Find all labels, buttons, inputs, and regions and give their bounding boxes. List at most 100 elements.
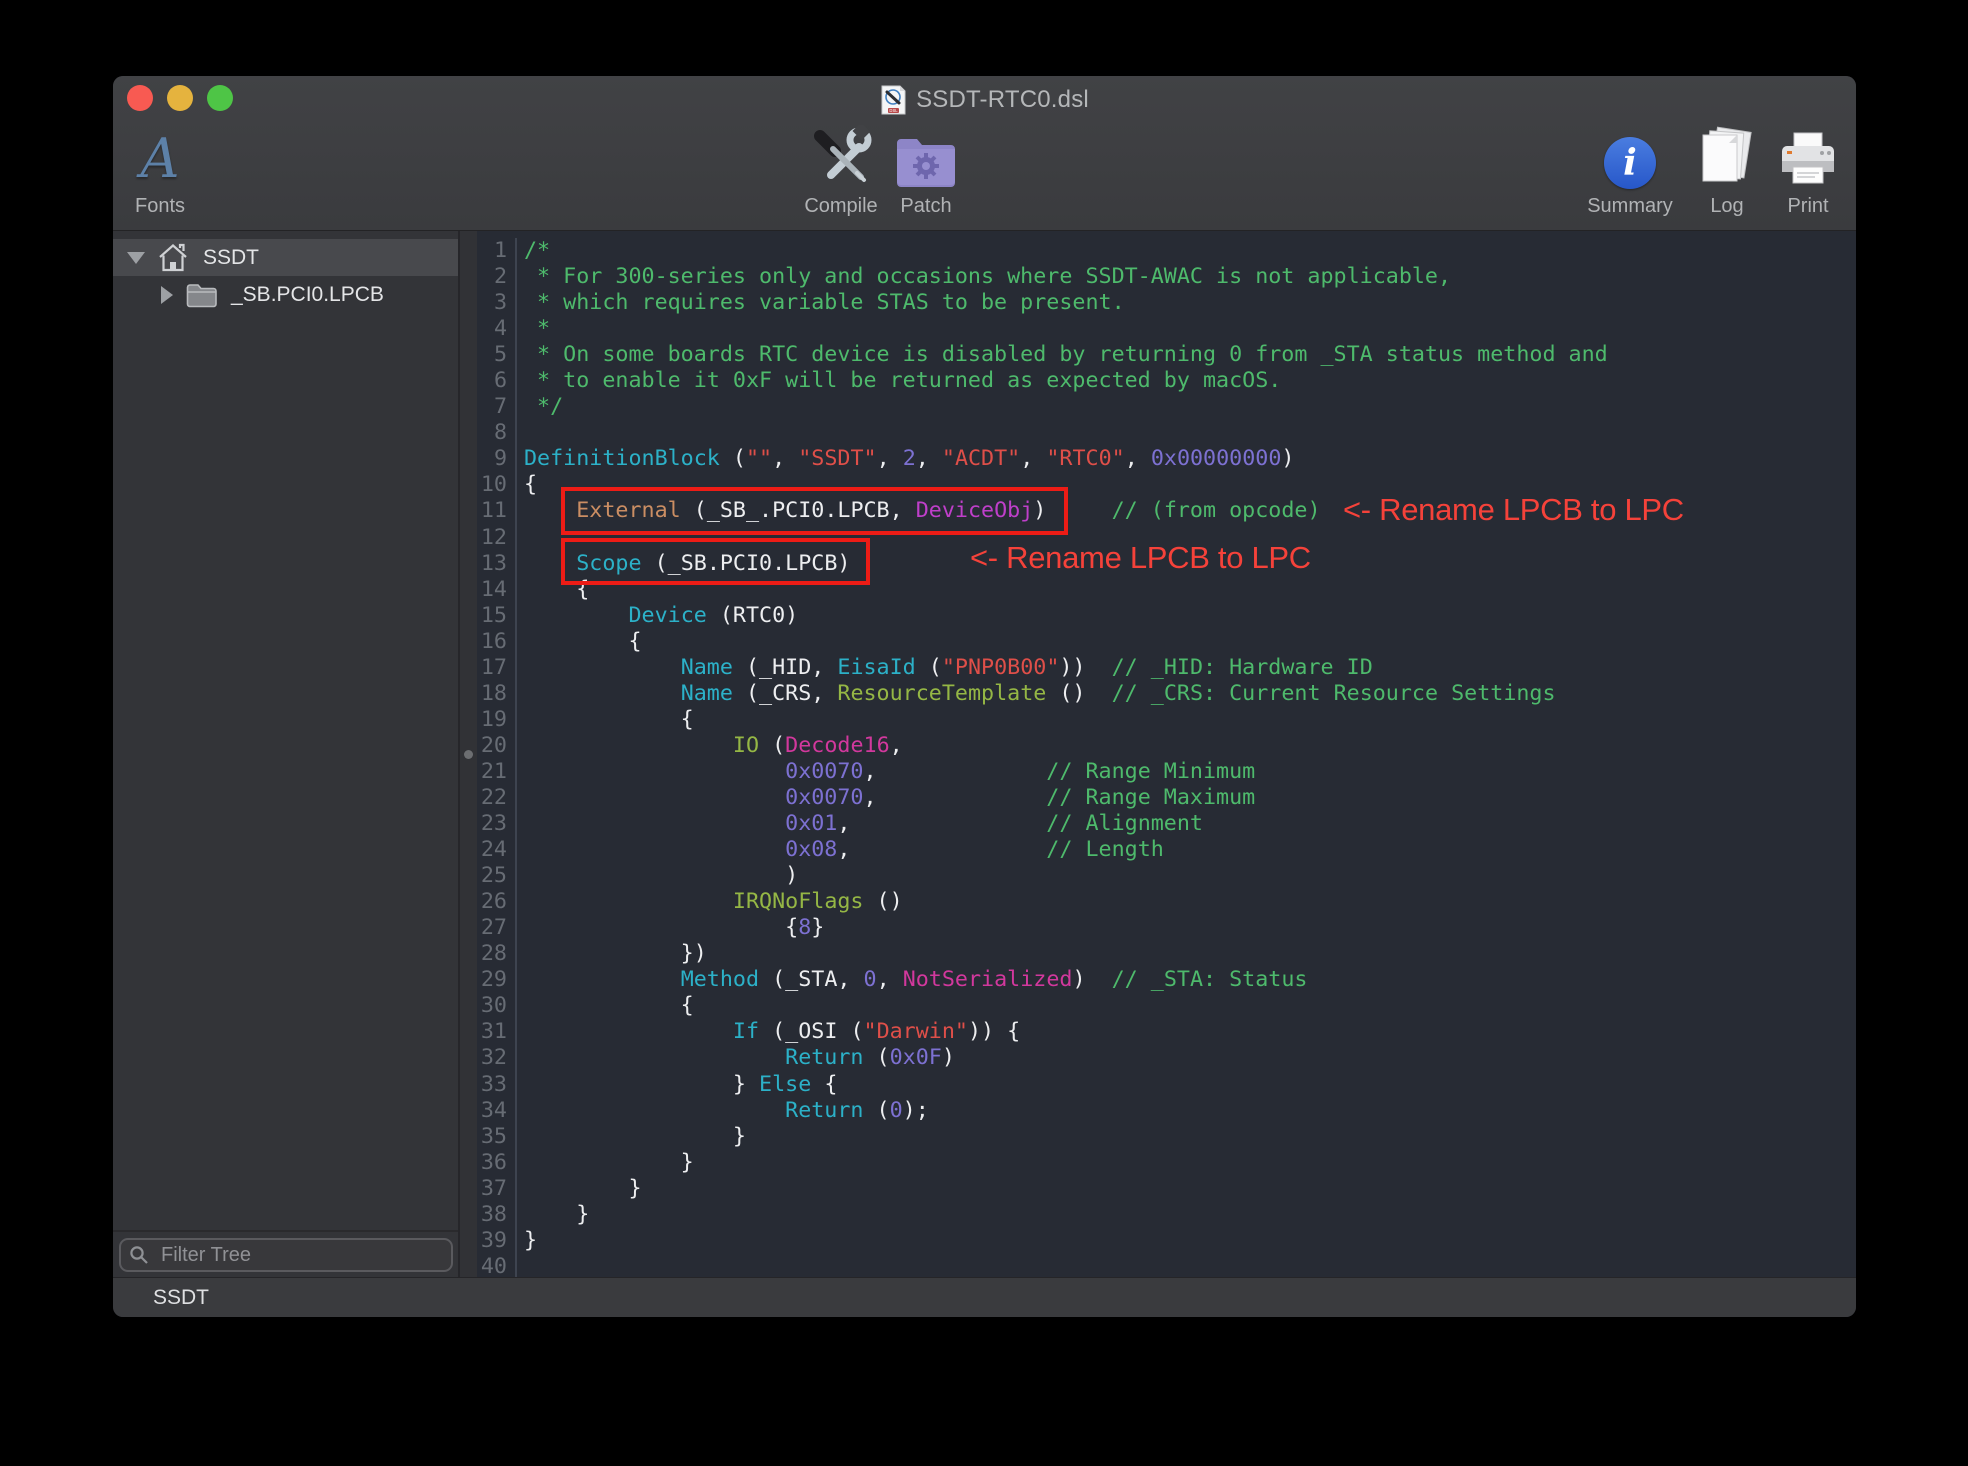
info-icon: i	[1604, 123, 1656, 189]
compile-icon	[809, 123, 873, 189]
log-pages-icon	[1697, 123, 1757, 189]
window-title: SSDT-RTC0.dsl	[916, 86, 1089, 114]
toolbar-button-log[interactable]: Log	[1695, 120, 1759, 218]
line-number: 19	[477, 707, 517, 733]
app-window: DSL SSDT-RTC0.dsl A Fonts Compile	[113, 76, 1856, 1317]
line-number: 14	[477, 577, 517, 603]
line-number: 15	[477, 603, 517, 629]
printer-icon	[1778, 123, 1838, 189]
main-content: SSDT _SB.PCI0.LPCB	[113, 231, 1856, 1278]
fonts-icon: A	[141, 123, 180, 189]
line-number: 37	[477, 1176, 517, 1202]
toolbar-button-print[interactable]: Print	[1773, 120, 1843, 218]
line-number: 24	[477, 837, 517, 863]
code-line[interactable]: 39}	[477, 1228, 1856, 1254]
sidebar-tree: SSDT _SB.PCI0.LPCB	[113, 231, 460, 1278]
code-text: /*	[517, 238, 550, 264]
document-proxy-icon[interactable]: DSL	[880, 84, 907, 116]
code-text: {	[517, 993, 694, 1019]
toolbar-button-fonts[interactable]: A Fonts	[123, 120, 197, 218]
code-line[interactable]: 25 )	[477, 863, 1856, 889]
sidebar-item-label: SSDT	[203, 246, 259, 270]
code-line[interactable]: 5 * On some boards RTC device is disable…	[477, 342, 1856, 368]
line-number: 26	[477, 889, 517, 915]
code-line[interactable]: 22 0x0070, // Range Maximum	[477, 785, 1856, 811]
line-number: 33	[477, 1072, 517, 1098]
code-line[interactable]: 20 IO (Decode16,	[477, 733, 1856, 759]
toolbar-label: Patch	[900, 195, 951, 218]
code-line[interactable]: 24 0x08, // Length	[477, 837, 1856, 863]
code-line[interactable]: 33 } Else {	[477, 1072, 1856, 1098]
code-line[interactable]: 23 0x01, // Alignment	[477, 811, 1856, 837]
code-line[interactable]: 21 0x0070, // Range Minimum	[477, 759, 1856, 785]
code-text: })	[517, 941, 707, 967]
toolbar-button-summary[interactable]: i Summary	[1575, 120, 1685, 218]
code-line[interactable]: 31 If (_OSI ("Darwin")) {	[477, 1019, 1856, 1045]
line-number: 23	[477, 811, 517, 837]
line-number: 11	[477, 498, 517, 524]
code-line[interactable]: 30 {	[477, 993, 1856, 1019]
code-line[interactable]: 37 }	[477, 1176, 1856, 1202]
status-bar: SSDT	[113, 1277, 1856, 1317]
code-line[interactable]: 32 Return (0x0F)	[477, 1045, 1856, 1071]
line-number: 1	[477, 238, 517, 264]
sidebar-item-label: _SB.PCI0.LPCB	[231, 283, 384, 307]
code-line[interactable]: 36 }	[477, 1150, 1856, 1176]
line-number: 36	[477, 1150, 517, 1176]
toolbar-label: Log	[1710, 195, 1743, 218]
code-line[interactable]: 3 * which requires variable STAS to be p…	[477, 290, 1856, 316]
line-number: 17	[477, 655, 517, 681]
code-line[interactable]: 15 Device (RTC0)	[477, 603, 1856, 629]
code-text: DefinitionBlock ("", "SSDT", 2, "ACDT", …	[517, 446, 1294, 472]
code-line[interactable]: 28 })	[477, 941, 1856, 967]
code-line[interactable]: 27 {8}	[477, 915, 1856, 941]
code-line[interactable]: 6 * to enable it 0xF will be returned as…	[477, 368, 1856, 394]
filter-tree-input[interactable]	[119, 1238, 453, 1272]
code-line[interactable]: 34 Return (0);	[477, 1098, 1856, 1124]
code-line[interactable]: 17 Name (_HID, EisaId ("PNP0B00")) // _H…	[477, 655, 1856, 681]
code-line[interactable]: 26 IRQNoFlags ()	[477, 889, 1856, 915]
code-editor[interactable]: 1/*2 * For 300-series only and occasions…	[477, 231, 1856, 1278]
line-number: 16	[477, 629, 517, 655]
highlight-box-external	[561, 487, 1068, 535]
sidebar-item-ssdt[interactable]: SSDT	[113, 239, 458, 276]
code-line[interactable]: 38 }	[477, 1202, 1856, 1228]
code-line[interactable]: 8	[477, 420, 1856, 446]
toolbar-button-compile[interactable]: Compile	[796, 120, 886, 218]
code-line[interactable]: 9DefinitionBlock ("", "SSDT", 2, "ACDT",…	[477, 446, 1856, 472]
code-line[interactable]: 40	[477, 1254, 1856, 1280]
code-line[interactable]: 16 {	[477, 629, 1856, 655]
toolbar-button-patch[interactable]: Patch	[891, 120, 961, 218]
line-number: 3	[477, 290, 517, 316]
sidebar-item-lpcb[interactable]: _SB.PCI0.LPCB	[113, 276, 458, 314]
code-text: IO (Decode16,	[517, 733, 903, 759]
code-line[interactable]: 19 {	[477, 707, 1856, 733]
disclosure-expanded-icon[interactable]	[127, 252, 145, 264]
code-text: }	[517, 1202, 589, 1228]
line-number: 13	[477, 551, 517, 577]
disclosure-collapsed-icon[interactable]	[161, 286, 173, 304]
code-text	[517, 1254, 524, 1280]
code-line[interactable]: 2 * For 300-series only and occasions wh…	[477, 264, 1856, 290]
line-number: 31	[477, 1019, 517, 1045]
code-line[interactable]: 35 }	[477, 1124, 1856, 1150]
line-number: 4	[477, 316, 517, 342]
screen: { "window": { "title": "SSDT-RTC0.dsl" }…	[0, 0, 1968, 1466]
code-text: 0x0070, // Range Minimum	[517, 759, 1255, 785]
code-line[interactable]: 29 Method (_STA, 0, NotSerialized) // _S…	[477, 967, 1856, 993]
code-text: 0x01, // Alignment	[517, 811, 1203, 837]
code-line[interactable]: 1/*	[477, 238, 1856, 264]
line-number: 39	[477, 1228, 517, 1254]
code-line[interactable]: 18 Name (_CRS, ResourceTemplate () // _C…	[477, 681, 1856, 707]
code-text: Return (0);	[517, 1098, 929, 1124]
code-text: * to enable it 0xF will be returned as e…	[517, 368, 1281, 394]
code-text: If (_OSI ("Darwin")) {	[517, 1019, 1020, 1045]
line-number: 7	[477, 394, 517, 420]
code-text: }	[517, 1176, 642, 1202]
line-number: 32	[477, 1045, 517, 1071]
line-number: 6	[477, 368, 517, 394]
pane-splitter[interactable]	[460, 231, 477, 1278]
toolbar-label: Fonts	[135, 195, 185, 218]
code-line[interactable]: 4 *	[477, 316, 1856, 342]
code-line[interactable]: 7 */	[477, 394, 1856, 420]
